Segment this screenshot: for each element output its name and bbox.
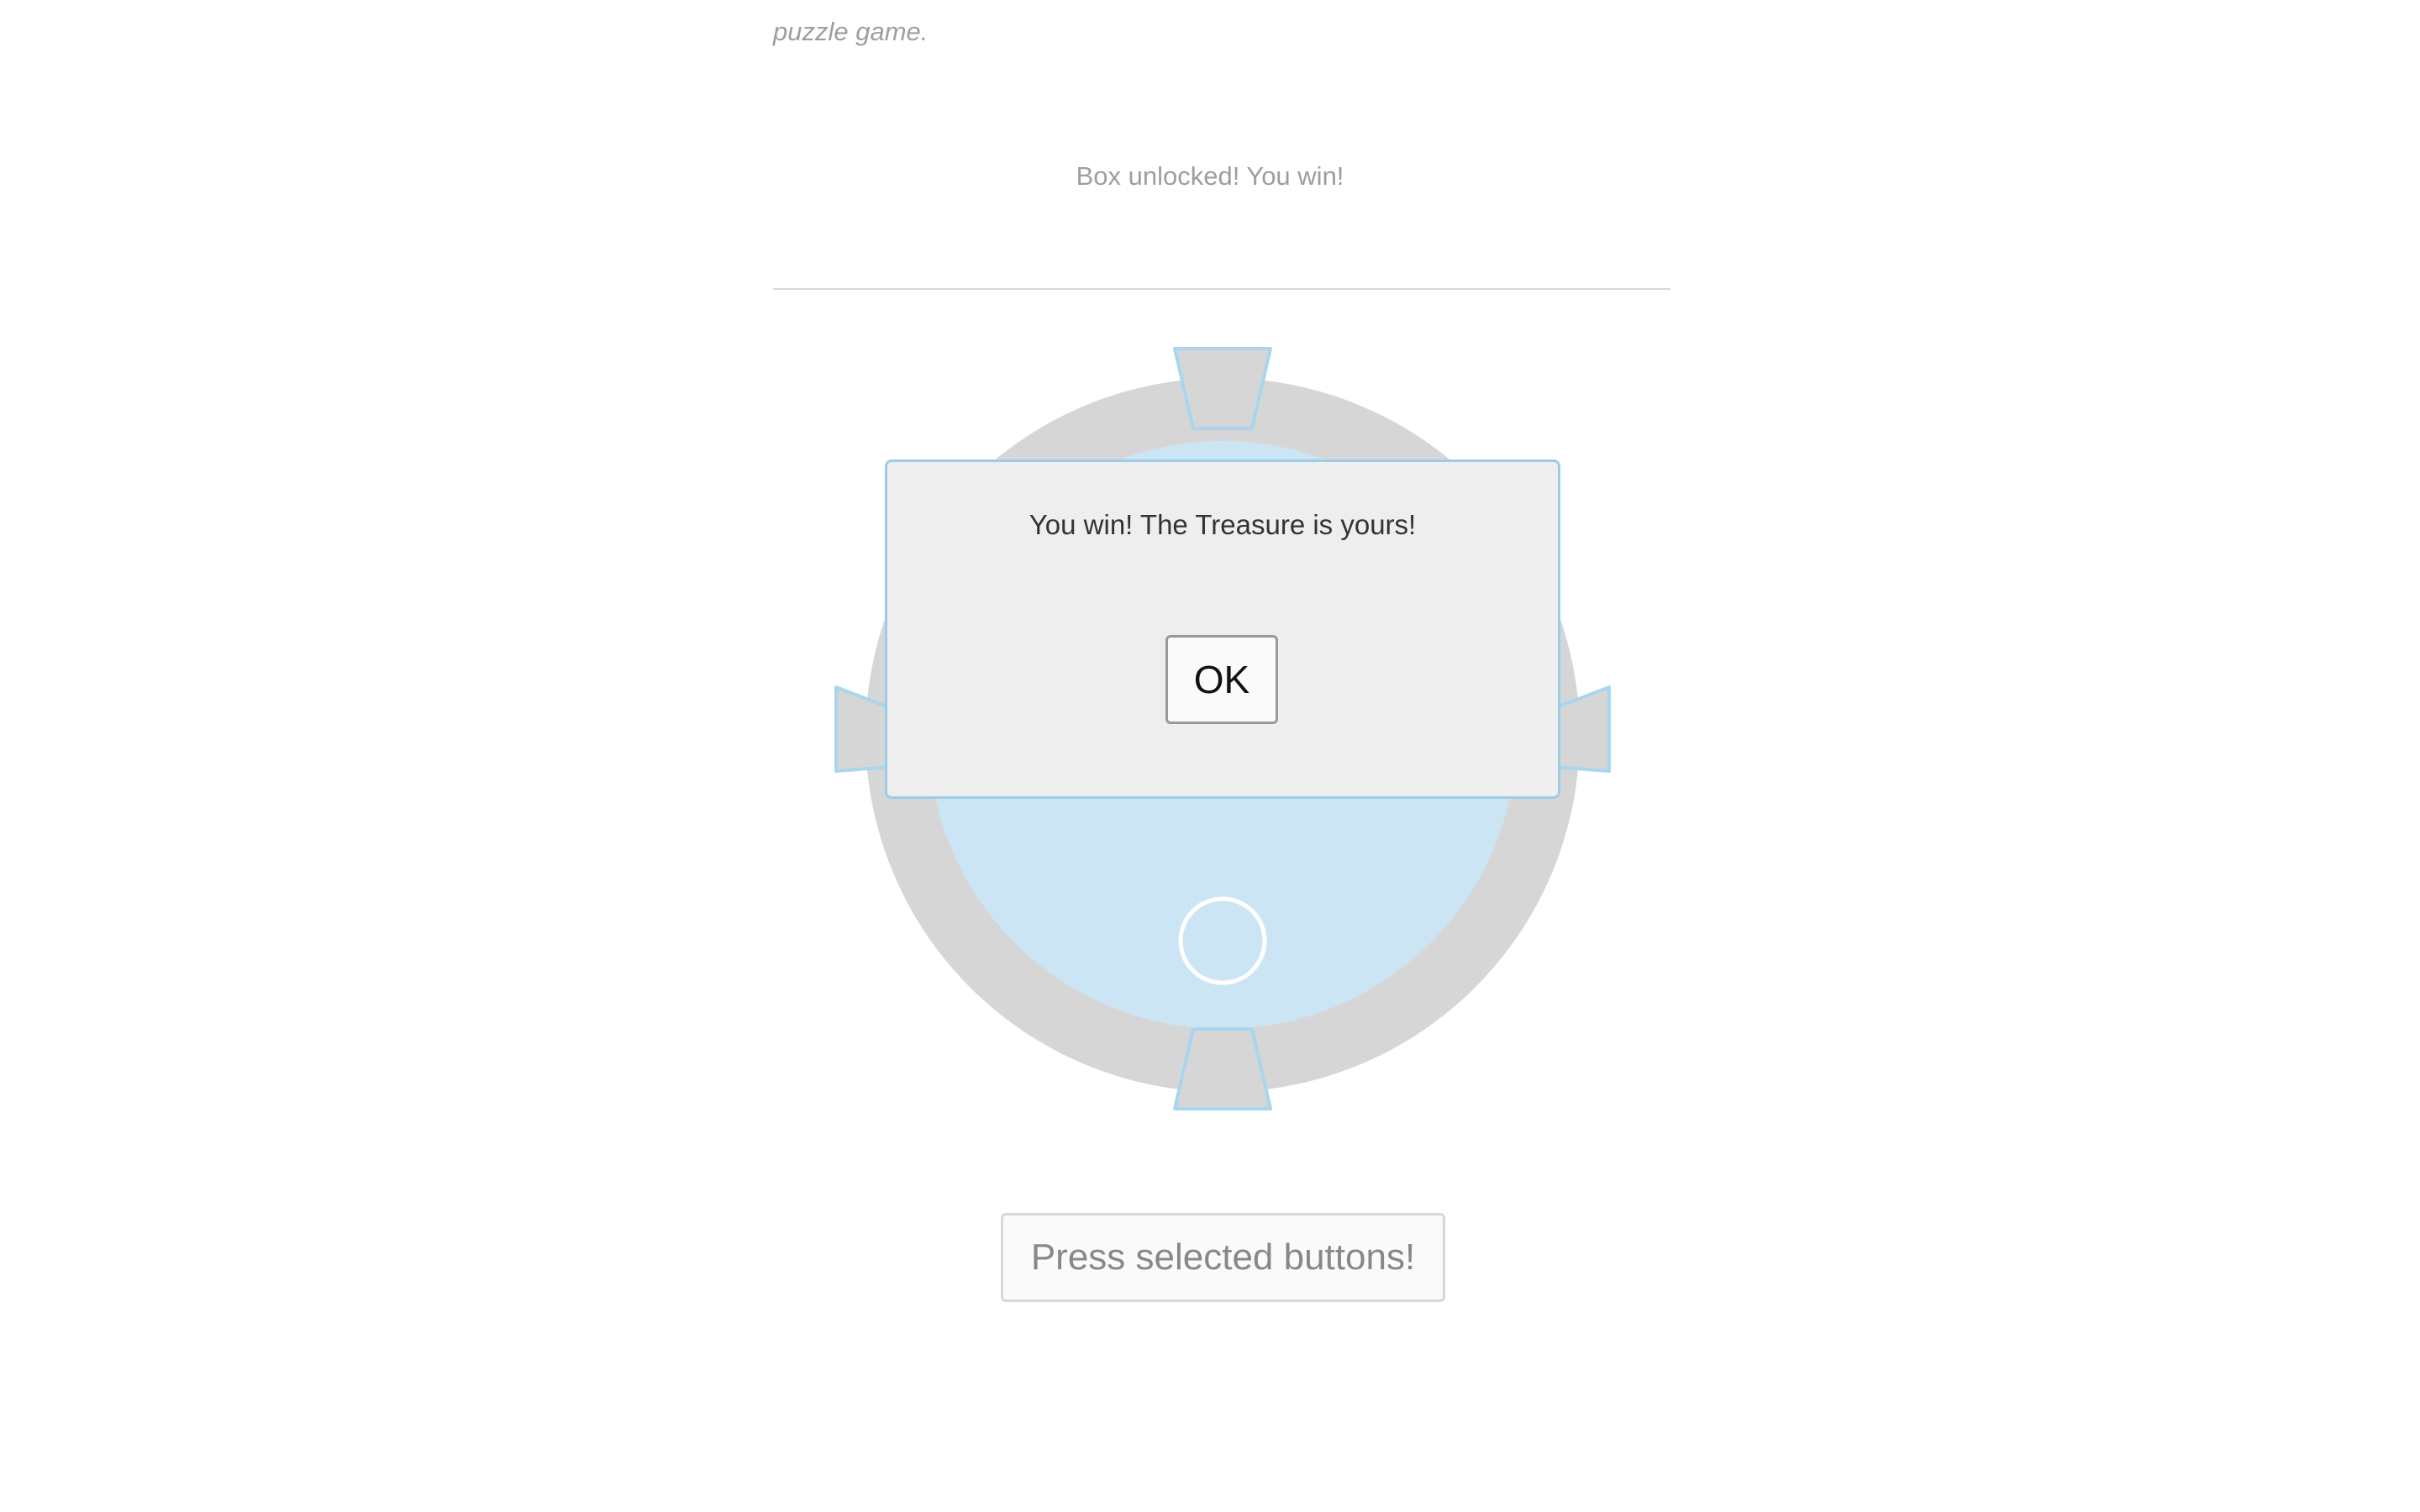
intro-text: puzzle game.: [773, 17, 929, 46]
top-button[interactable]: [1173, 347, 1272, 430]
divider: [773, 288, 1670, 290]
dialog-message: You win! The Treasure is yours!: [1028, 509, 1417, 540]
win-dialog: You win! The Treasure is yours! OK: [885, 459, 1560, 799]
ok-button[interactable]: OK: [1165, 635, 1278, 724]
bottom-button[interactable]: [1173, 1027, 1272, 1110]
status-message: Box unlocked! You win!: [1076, 161, 1344, 191]
press-selected-buttons-button[interactable]: Press selected buttons!: [1001, 1213, 1445, 1302]
